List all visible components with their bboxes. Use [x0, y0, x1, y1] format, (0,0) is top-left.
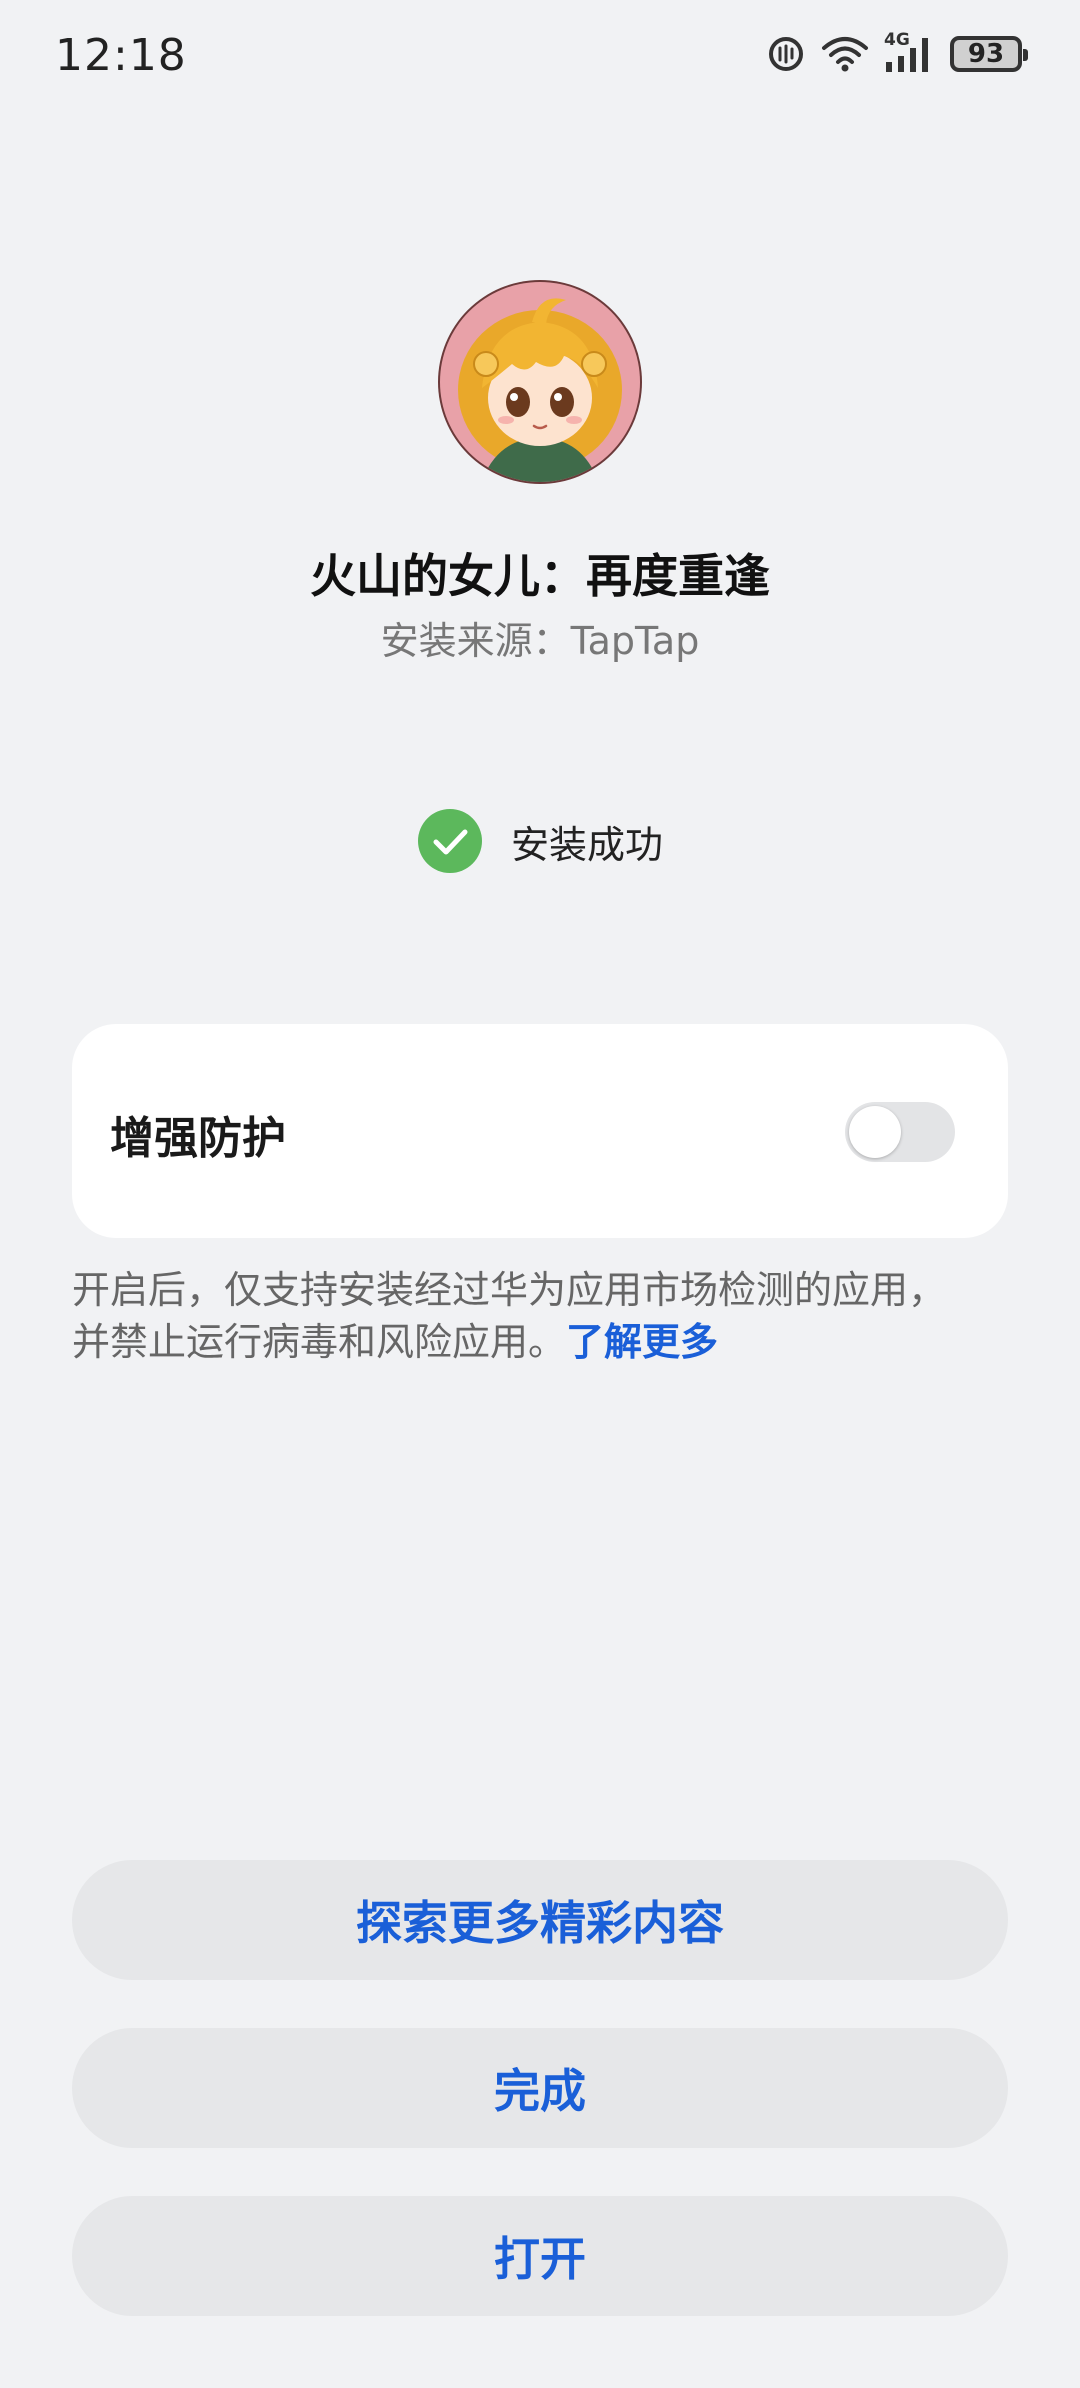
- battery-level: 93: [967, 39, 1005, 69]
- data-saver-icon: [769, 37, 803, 71]
- protection-toggle[interactable]: [845, 1102, 955, 1162]
- wifi-icon: [822, 37, 868, 72]
- protection-note: 开启后，仅支持安装经过华为应用市场检测的应用，并禁止运行病毒和风险应用。了解更多: [72, 1264, 972, 1368]
- battery-icon: 93: [950, 36, 1028, 72]
- app-name: 火山的女儿：再度重逢: [310, 549, 770, 603]
- protection-note-text: 开启后，仅支持安装经过华为应用市场检测的应用，并禁止运行病毒和风险应用。: [72, 1268, 947, 1364]
- status-bar: 12:18 4G 93: [0, 0, 1080, 116]
- install-status-text: 安装成功: [510, 822, 663, 867]
- status-time: 12:18: [55, 30, 187, 81]
- learn-more-link[interactable]: 了解更多: [566, 1320, 718, 1364]
- app-icon: [438, 280, 642, 484]
- protection-card: 增强防护: [72, 1024, 1008, 1238]
- explore-more-button[interactable]: 探索更多精彩内容: [72, 1860, 1008, 1980]
- status-icons: 4G 93: [766, 30, 1028, 74]
- toggle-knob: [849, 1106, 901, 1158]
- protection-label: 增强防护: [110, 1113, 286, 1164]
- install-status: 安装成功: [0, 808, 1080, 874]
- install-source: 安装来源：TapTap: [380, 619, 700, 663]
- install-complete-screen: 12:18 4G 93 火山的女儿：再度重逢 安装来源：TapTap 安装成功 …: [0, 0, 1080, 2388]
- cellular-signal-icon: 4G: [884, 30, 936, 74]
- done-button[interactable]: 完成: [72, 2028, 1008, 2148]
- open-button[interactable]: 打开: [72, 2196, 1008, 2316]
- check-circle-icon: [417, 809, 482, 873]
